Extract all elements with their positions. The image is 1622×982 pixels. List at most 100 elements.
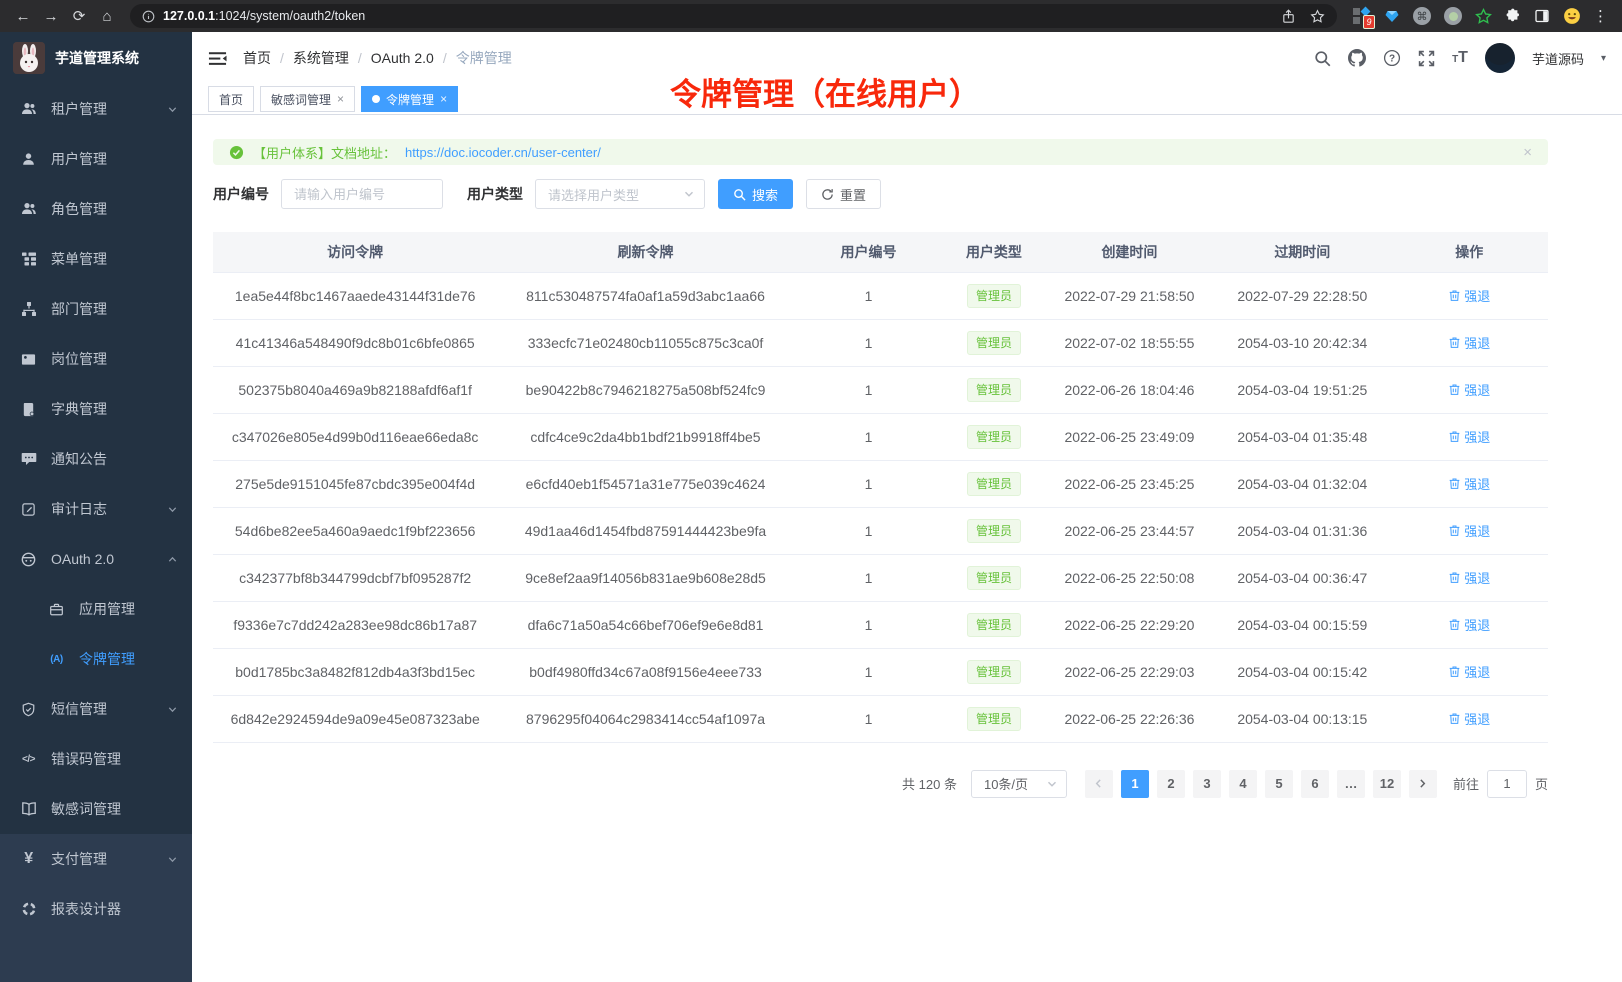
app-logo-row[interactable]: 芋道管理系统 (0, 32, 192, 84)
page-button-5[interactable]: 5 (1265, 770, 1293, 798)
tab-home[interactable]: 首页 (208, 86, 254, 112)
sidebar-item-role[interactable]: 角色管理 (0, 184, 192, 234)
command-extension-icon[interactable]: ⌘ (1413, 7, 1431, 25)
sidebar-item-dept[interactable]: 部门管理 (0, 284, 192, 334)
force-logout-button[interactable]: 强退 (1448, 286, 1490, 305)
page-ellipsis-button[interactable]: … (1337, 770, 1365, 798)
cell-actions: 强退 (1390, 601, 1548, 648)
site-info-icon[interactable] (142, 10, 155, 23)
help-icon[interactable]: ? (1383, 49, 1401, 67)
breadcrumb-oauth[interactable]: OAuth 2.0 (371, 50, 434, 66)
browser-home-icon[interactable]: ⌂ (94, 4, 120, 28)
prev-page-button[interactable] (1085, 770, 1113, 798)
grid-extension-icon[interactable]: 9 (1353, 7, 1371, 25)
emoji-profile-icon[interactable] (1563, 7, 1581, 25)
sidebar-item-sms[interactable]: 短信管理 (0, 684, 192, 734)
cell-created: 2022-06-25 22:29:20 (1045, 601, 1215, 648)
sidebar-item-tenant[interactable]: 租户管理 (0, 84, 192, 134)
sidebar-item-oauth2-token[interactable]: (A)令牌管理 (0, 634, 192, 684)
address-bar[interactable]: 127.0.0.1:1024/system/oauth2/token (130, 4, 1337, 28)
page-button-12[interactable]: 12 (1373, 770, 1401, 798)
force-logout-button[interactable]: 强退 (1448, 709, 1490, 728)
close-icon[interactable]: × (337, 92, 344, 106)
refresh-icon (821, 188, 834, 201)
chevron-down-icon (167, 504, 178, 515)
search-icon[interactable] (1314, 50, 1331, 67)
puzzle-extension-icon[interactable] (1505, 8, 1521, 24)
sidebar-item-pay[interactable]: ¥支付管理 (0, 834, 192, 884)
sidebar-item-report[interactable]: 报表设计器 (0, 884, 192, 934)
page-button-6[interactable]: 6 (1301, 770, 1329, 798)
breadcrumb-system[interactable]: 系统管理 (293, 48, 349, 68)
trash-icon (1448, 524, 1461, 537)
user-id-input[interactable] (281, 179, 443, 209)
share-icon[interactable] (1281, 9, 1296, 24)
page-content: 【用户体系】文档地址： https://doc.iocoder.cn/user-… (192, 115, 1622, 798)
report-designer-icon (20, 901, 37, 918)
sidebar-item-errcode[interactable]: </>错误码管理 (0, 734, 192, 784)
force-logout-button[interactable]: 强退 (1448, 474, 1490, 493)
page-button-4[interactable]: 4 (1229, 770, 1257, 798)
cell-created: 2022-06-25 22:50:08 (1045, 554, 1215, 601)
table-row: 41c41346a548490f9dc8b01c6bfe0865333ecfc7… (213, 319, 1548, 366)
force-logout-button[interactable]: 强退 (1448, 662, 1490, 681)
breadcrumb-home[interactable]: 首页 (243, 48, 271, 68)
goto-page-input[interactable] (1487, 770, 1527, 798)
sidebar-item-oauth2[interactable]: OAuth 2.0 (0, 534, 192, 584)
browser-menu-icon[interactable]: ⋮ (1589, 7, 1612, 25)
cell-access-token: 54d6be82ee5a460a9aedc1f9bf223656 (213, 507, 497, 554)
sidebar-item-menu[interactable]: 菜单管理 (0, 234, 192, 284)
user-type-select[interactable]: 请选择用户类型 (535, 179, 705, 209)
alert-text: 【用户体系】文档地址： (253, 143, 396, 162)
alert-close-icon[interactable]: × (1523, 144, 1532, 161)
cell-refresh-token: b0df4980ffd34c67a08f9156e4eee733 (497, 648, 793, 695)
collapse-sidebar-icon[interactable] (208, 49, 227, 68)
next-page-button[interactable] (1409, 770, 1437, 798)
sidebar-item-oauth2-app[interactable]: 应用管理 (0, 584, 192, 634)
sidebar-item-sensitive[interactable]: 敏感词管理 (0, 784, 192, 834)
search-button[interactable]: 搜索 (718, 179, 793, 209)
page-button-2[interactable]: 2 (1157, 770, 1185, 798)
close-icon[interactable]: × (440, 92, 447, 106)
force-logout-button[interactable]: 强退 (1448, 521, 1490, 540)
sidebar-item-audit[interactable]: 审计日志 (0, 484, 192, 534)
tab-token-management[interactable]: 令牌管理 × (361, 86, 458, 112)
cell-access-token: 41c41346a548490f9dc8b01c6bfe0865 (213, 319, 497, 366)
github-icon[interactable] (1348, 49, 1366, 67)
force-logout-button[interactable]: 强退 (1448, 615, 1490, 634)
browser-reload-icon[interactable]: ⟳ (66, 4, 92, 28)
force-logout-button[interactable]: 强退 (1448, 380, 1490, 399)
browser-forward-icon[interactable]: → (38, 4, 64, 28)
browser-back-icon[interactable]: ← (10, 4, 36, 28)
username[interactable]: 芋道源码 (1532, 49, 1584, 68)
tab-sensitive-words[interactable]: 敏感词管理 × (260, 86, 355, 112)
force-logout-button[interactable]: 强退 (1448, 333, 1490, 352)
side-panel-icon[interactable] (1534, 8, 1550, 24)
force-logout-button[interactable]: 强退 (1448, 427, 1490, 446)
cell-user-id: 1 (794, 695, 944, 742)
sidebar-item-user[interactable]: 用户管理 (0, 134, 192, 184)
sidebar-item-dict[interactable]: 字典管理 (0, 384, 192, 434)
gem-extension-icon[interactable] (1384, 8, 1400, 24)
cell-actions: 强退 (1390, 319, 1548, 366)
record-extension-icon[interactable] (1444, 7, 1462, 25)
reset-button[interactable]: 重置 (806, 179, 881, 209)
avatar[interactable] (1485, 43, 1515, 73)
chevron-down-icon[interactable]: ▾ (1601, 53, 1606, 64)
force-logout-button[interactable]: 强退 (1448, 568, 1490, 587)
doc-link[interactable]: https://doc.iocoder.cn/user-center/ (405, 145, 601, 160)
bookmark-star-icon[interactable] (1310, 9, 1325, 24)
code-icon: </> (20, 751, 37, 768)
url-text: 127.0.0.1:1024/system/oauth2/token (163, 9, 365, 23)
sidebar-item-post[interactable]: 岗位管理 (0, 334, 192, 384)
main-area: 令牌管理（在线用户） 首页 / 系统管理 / OAuth 2.0 / 令牌管理 … (192, 32, 1622, 982)
page-size-select[interactable]: 10条/页 (971, 770, 1067, 798)
audit-log-icon (20, 501, 37, 518)
fullscreen-icon[interactable] (1418, 50, 1435, 67)
star-extension-icon[interactable] (1475, 8, 1492, 25)
page-button-1[interactable]: 1 (1121, 770, 1149, 798)
sidebar-item-notice[interactable]: 通知公告 (0, 434, 192, 484)
table-row: b0d1785bc3a8482f812db4a3f3bd15ecb0df4980… (213, 648, 1548, 695)
font-size-icon[interactable]: TT (1452, 49, 1468, 67)
page-button-3[interactable]: 3 (1193, 770, 1221, 798)
